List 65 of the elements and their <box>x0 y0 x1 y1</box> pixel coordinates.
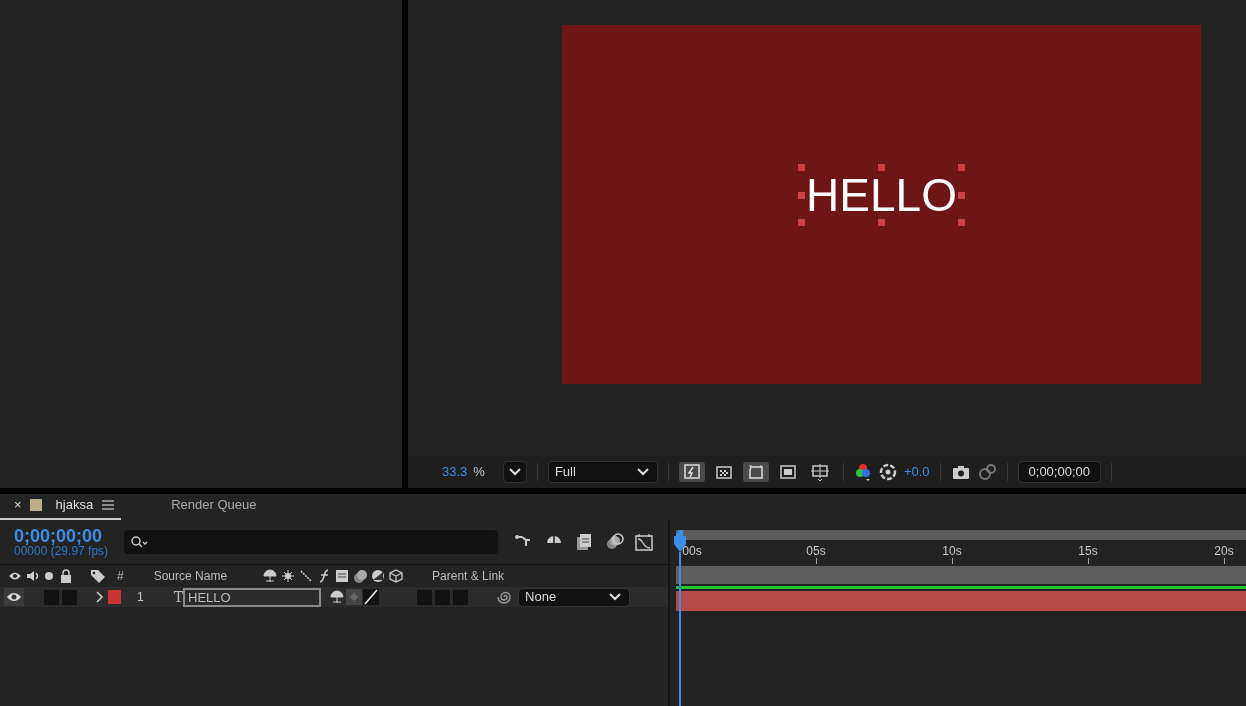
menu-icon[interactable] <box>101 499 116 511</box>
text-layer-icon: T <box>173 586 184 608</box>
resolution-dropdown[interactable]: Full <box>547 461 658 483</box>
column-header: Source Name <box>153 567 228 585</box>
frame-blend-switch-icon[interactable] <box>334 567 351 584</box>
column-header: # <box>117 567 124 585</box>
close-icon[interactable]: × <box>14 495 22 515</box>
lock-icon[interactable] <box>60 568 72 583</box>
fast-previews-icon[interactable] <box>678 462 705 482</box>
timecode-display[interactable]: 0;00;00;00 <box>14 527 114 545</box>
ruler-label: 10s <box>942 543 962 560</box>
switch-toggle[interactable] <box>417 589 433 605</box>
collapse-switch-icon[interactable] <box>280 567 297 584</box>
composition-tab[interactable]: hjaksa <box>55 495 94 515</box>
layer-number: 1 <box>137 589 144 606</box>
transform-handle[interactable] <box>798 163 806 171</box>
color-channels-icon[interactable] <box>853 462 872 482</box>
search-icon <box>130 535 150 549</box>
switch-toggle[interactable] <box>453 589 469 605</box>
region-of-interest-icon[interactable] <box>742 462 769 482</box>
switch-toggle[interactable] <box>435 589 451 605</box>
tag-icon[interactable] <box>90 568 106 583</box>
transform-handle[interactable] <box>798 191 806 199</box>
audio-toggle[interactable] <box>44 589 59 605</box>
zoom-value[interactable]: 33.3 <box>442 462 468 482</box>
adjustment-layer-switch-icon[interactable] <box>370 567 387 584</box>
search-field[interactable] <box>124 530 498 554</box>
visibility-eye-icon[interactable] <box>4 588 24 606</box>
collapse-switch-icon[interactable] <box>346 589 363 605</box>
transform-handle[interactable] <box>878 163 886 171</box>
shy-switch-icon[interactable] <box>262 567 279 584</box>
transform-handle[interactable] <box>957 191 965 199</box>
zoom-unit: % <box>473 463 485 482</box>
layer-label-swatch[interactable] <box>108 590 121 604</box>
column-header: Parent & Link <box>432 567 505 585</box>
quality-switch-icon[interactable] <box>363 589 380 605</box>
composition-tab[interactable]: Render Queue <box>157 494 263 520</box>
canvas-text: HELLO <box>806 168 957 221</box>
ruler-label: 00s <box>682 543 702 560</box>
current-time-field[interactable]: 0;00;00;00 <box>1017 461 1101 483</box>
shy-switch-icon[interactable] <box>329 589 346 605</box>
graph-editor-icon[interactable] <box>634 532 654 552</box>
ruler-label: 05s <box>806 543 826 560</box>
layer-name-field[interactable]: HELLO <box>183 587 322 607</box>
exposure-value[interactable]: +0.0 <box>903 462 930 482</box>
3d-layer-switch-icon[interactable] <box>388 567 405 584</box>
transform-handle[interactable] <box>957 218 965 226</box>
ruler-label: 15s <box>1078 543 1098 560</box>
transform-handle[interactable] <box>798 218 806 226</box>
transform-handle[interactable] <box>957 163 965 171</box>
frame-count: 00000 (29.97 fps) <box>14 545 110 557</box>
speaker-icon[interactable] <box>26 568 40 583</box>
ruler-label: 20s <box>1214 543 1234 560</box>
motion-blur-icon[interactable] <box>604 532 624 552</box>
solo-toggle[interactable] <box>62 589 77 605</box>
expand-chevron-icon[interactable] <box>94 591 104 603</box>
motion-blur-switch-icon[interactable] <box>352 567 369 584</box>
parent-dropdown[interactable]: None <box>518 587 631 607</box>
pickwhip-icon[interactable] <box>496 589 513 605</box>
zoom-dropdown-button[interactable] <box>502 461 527 483</box>
transform-handle[interactable] <box>878 218 886 226</box>
show-snapshot-icon[interactable] <box>976 462 997 482</box>
solo-dot-icon[interactable] <box>44 570 54 581</box>
frame-blending-icon[interactable] <box>574 532 594 552</box>
aperture-icon[interactable] <box>877 462 898 482</box>
